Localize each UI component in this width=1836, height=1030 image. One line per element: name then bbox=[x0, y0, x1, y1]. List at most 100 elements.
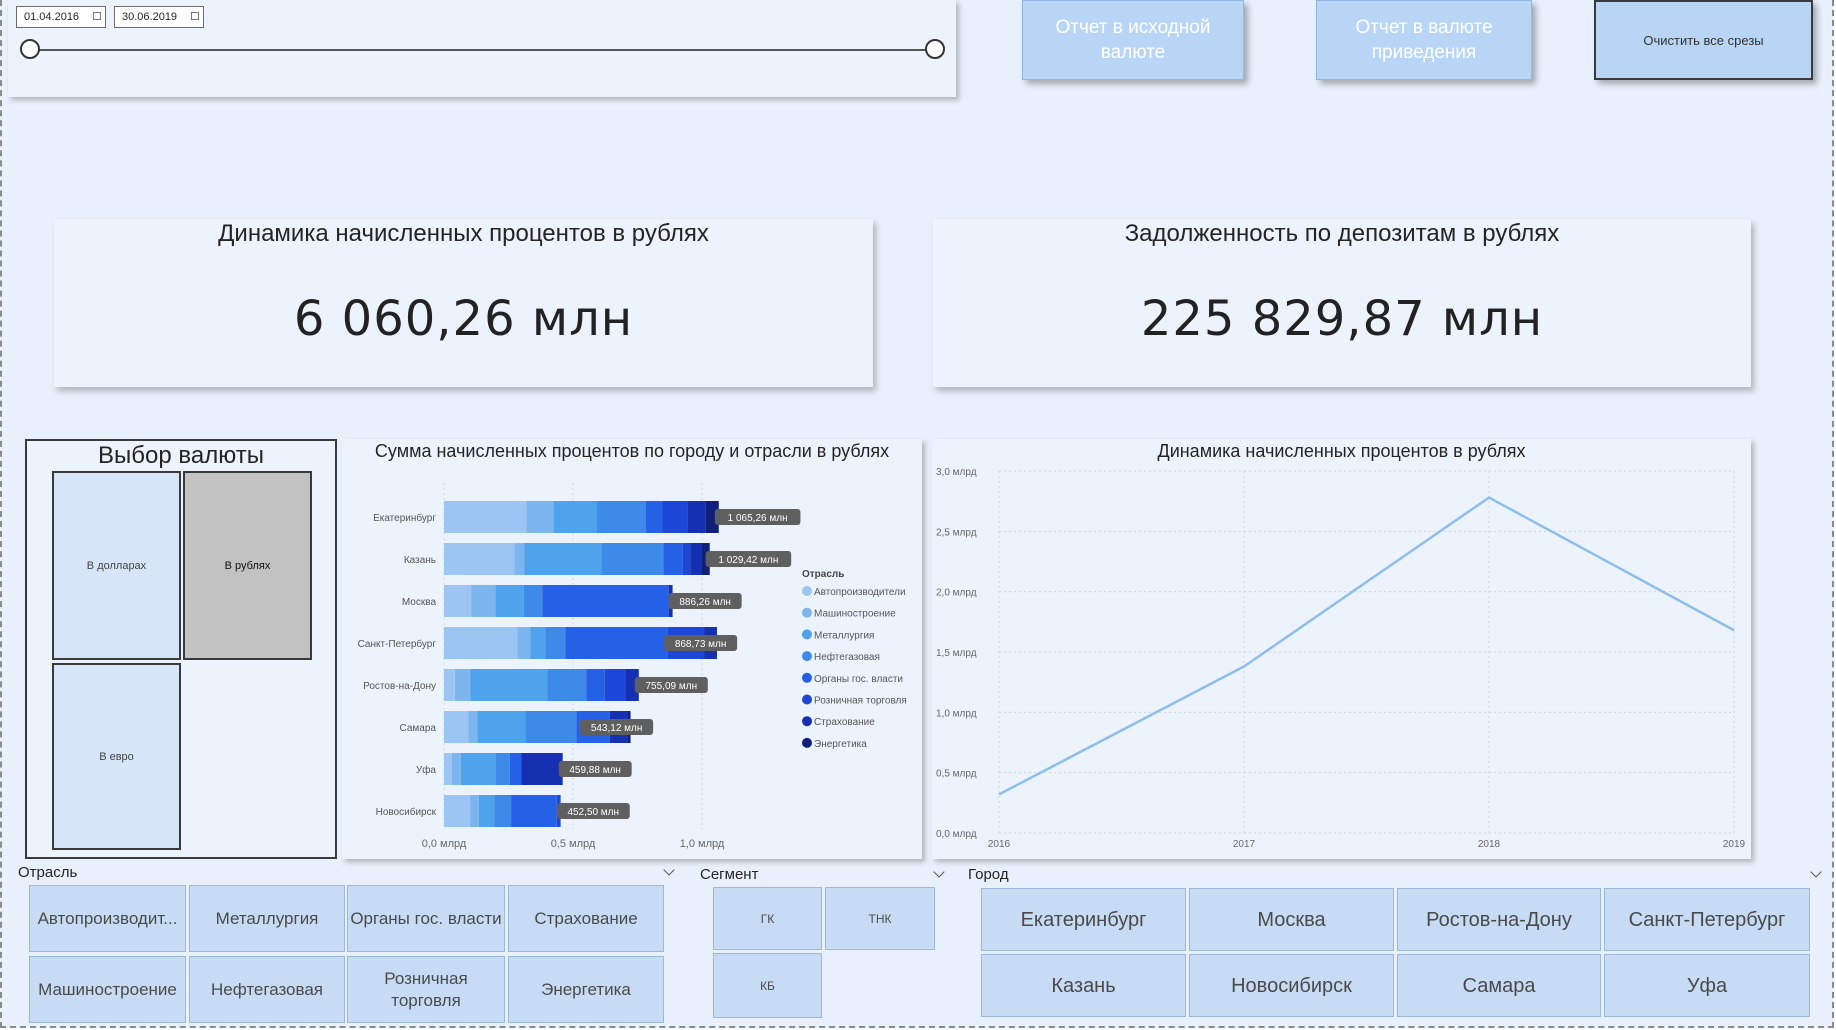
legend-marker bbox=[802, 651, 812, 662]
currency-option-usd[interactable]: В долларах bbox=[52, 471, 181, 660]
x-tick-label: 0,5 млрд bbox=[551, 838, 596, 850]
bar-segment bbox=[682, 543, 691, 575]
city-tile[interactable]: Самара bbox=[1397, 954, 1601, 1017]
date-slider-end-handle[interactable] bbox=[925, 39, 945, 59]
data-label: 1 065,26 млн bbox=[728, 513, 788, 524]
legend-marker bbox=[802, 694, 812, 705]
legend-marker bbox=[802, 629, 812, 640]
chevron-down-icon[interactable] bbox=[663, 864, 675, 876]
legend-item: Нефтегазовая bbox=[814, 651, 880, 663]
converted-currency-report-button[interactable]: Отчет в валюте приведения bbox=[1316, 0, 1532, 80]
city-tile-label: Казань bbox=[1051, 974, 1116, 997]
legend-item: Розничная торговля bbox=[814, 696, 907, 707]
city-tile[interactable]: Ростов-на-Дону bbox=[1397, 888, 1601, 951]
bar-segment bbox=[517, 627, 531, 659]
bar-segment bbox=[478, 795, 495, 827]
segment-tile-label: ГК bbox=[760, 911, 775, 926]
legend-marker bbox=[802, 716, 812, 727]
calendar-icon[interactable] bbox=[93, 12, 101, 20]
city-slicer-header: Город bbox=[968, 866, 1009, 883]
industry-tile[interactable]: Нефтегазовая bbox=[189, 956, 345, 1023]
data-label: 459,88 млн bbox=[569, 765, 621, 776]
legend-title: Отрасль bbox=[802, 569, 844, 580]
legend-item: Энергетика bbox=[814, 739, 867, 750]
end-date-input[interactable]: 30.06.2019 bbox=[114, 6, 204, 28]
bar-segment bbox=[601, 543, 664, 575]
industry-tile[interactable]: Розничная торговля bbox=[347, 956, 505, 1023]
city-tile[interactable]: Екатеринбург bbox=[981, 888, 1186, 951]
category-label: Казань bbox=[404, 555, 436, 566]
bar-segment bbox=[454, 669, 471, 701]
city-tile-label: Ростов-на-Дону bbox=[1426, 908, 1572, 931]
bar-segment bbox=[523, 585, 543, 617]
start-date-input[interactable]: 01.04.2016 bbox=[16, 6, 106, 28]
bar-segment bbox=[596, 501, 647, 533]
industry-tile[interactable]: Органы гос. власти bbox=[347, 885, 505, 952]
bar-segment bbox=[444, 543, 515, 575]
category-label: Уфа bbox=[416, 764, 437, 776]
converted-currency-report-label: Отчет в валюте приведения bbox=[1355, 17, 1493, 63]
segment-tile[interactable]: КБ bbox=[713, 953, 822, 1018]
category-label: Санкт-Петербург bbox=[358, 638, 437, 650]
y-tick-label: 2,5 млрд bbox=[936, 527, 977, 538]
industry-tile[interactable]: Автопроизводит... bbox=[29, 885, 186, 952]
city-tile[interactable]: Санкт-Петербург bbox=[1604, 888, 1810, 951]
bar-segment bbox=[444, 585, 472, 617]
chevron-down-icon[interactable] bbox=[1810, 866, 1822, 878]
currency-option-eur[interactable]: В евро bbox=[52, 663, 181, 850]
chevron-down-icon[interactable] bbox=[933, 866, 945, 878]
bar-segment bbox=[604, 669, 626, 701]
original-currency-report-button[interactable]: Отчет в исходной валюте bbox=[1022, 0, 1244, 80]
date-range-slicer: 01.04.2016 30.06.2019 bbox=[8, 0, 956, 97]
industry-tile-label: Страхование bbox=[534, 908, 638, 928]
bar-chart: 0,0 млрд 0,5 млрд 1,0 млрд Екатеринбург 1 06… bbox=[358, 483, 907, 850]
currency-option-rub[interactable]: В рублях bbox=[183, 471, 312, 660]
city-tile-label: Самара bbox=[1462, 974, 1536, 997]
bar-segment bbox=[511, 795, 557, 827]
bar-segment bbox=[444, 669, 455, 701]
legend-item: Автопроизводители bbox=[814, 587, 906, 598]
bar-segment bbox=[451, 753, 461, 785]
y-tick-label: 0,0 млрд bbox=[936, 829, 977, 840]
bar-segment bbox=[509, 753, 522, 785]
city-tile[interactable]: Новосибирск bbox=[1189, 954, 1394, 1017]
city-tile-label: Екатеринбург bbox=[1020, 908, 1147, 931]
city-tile[interactable]: Казань bbox=[981, 954, 1186, 1017]
line-chart-panel: Динамика начисленных процентов в рублях … bbox=[932, 439, 1751, 859]
currency-option-label: В евро bbox=[99, 750, 134, 763]
bar-segment bbox=[470, 669, 548, 701]
currency-option-label: В рублях bbox=[224, 559, 271, 572]
date-slider-start-handle[interactable] bbox=[20, 39, 40, 59]
bar-segment bbox=[553, 501, 597, 533]
city-tile[interactable]: Москва bbox=[1189, 888, 1394, 951]
series-line bbox=[998, 496, 1735, 796]
y-tick-label: 1,5 млрд bbox=[936, 648, 977, 659]
y-tick-label: 2,0 млрд bbox=[936, 588, 977, 599]
calendar-icon[interactable] bbox=[191, 12, 199, 20]
kpi-value: 6 060,26 млн bbox=[293, 291, 634, 347]
industry-tile-label: Органы гос. власти bbox=[350, 908, 502, 928]
segment-tile[interactable]: ТНК bbox=[825, 887, 935, 950]
bar-segment bbox=[521, 753, 563, 785]
data-label: 886,26 млн bbox=[679, 597, 731, 608]
bar-segment bbox=[586, 669, 605, 701]
x-tick-label: 0,0 млрд bbox=[422, 838, 467, 850]
industry-tile[interactable]: Энергетика bbox=[508, 956, 664, 1023]
data-label: 1 029,42 млн bbox=[718, 555, 778, 566]
clear-filters-button[interactable]: Очистить все срезы bbox=[1594, 0, 1813, 80]
category-label: Самара bbox=[400, 723, 437, 734]
bar-segment bbox=[460, 753, 496, 785]
bar-segment bbox=[444, 795, 470, 827]
city-tile[interactable]: Уфа bbox=[1604, 954, 1810, 1017]
segment-tile[interactable]: ГК bbox=[713, 887, 822, 950]
data-label: 868,73 млн bbox=[675, 639, 727, 650]
industry-tile-label: Металлургия bbox=[215, 908, 319, 928]
date-slider-track[interactable] bbox=[30, 49, 942, 51]
bar-segment bbox=[444, 627, 518, 659]
bar-segment bbox=[646, 501, 663, 533]
clear-filters-label: Очистить все срезы bbox=[1643, 32, 1764, 48]
industry-tile[interactable]: Машиностроение bbox=[29, 956, 186, 1023]
industry-tile[interactable]: Металлургия bbox=[189, 885, 345, 952]
legend-item: Органы гос. власти bbox=[814, 674, 903, 685]
industry-tile[interactable]: Страхование bbox=[508, 885, 664, 952]
